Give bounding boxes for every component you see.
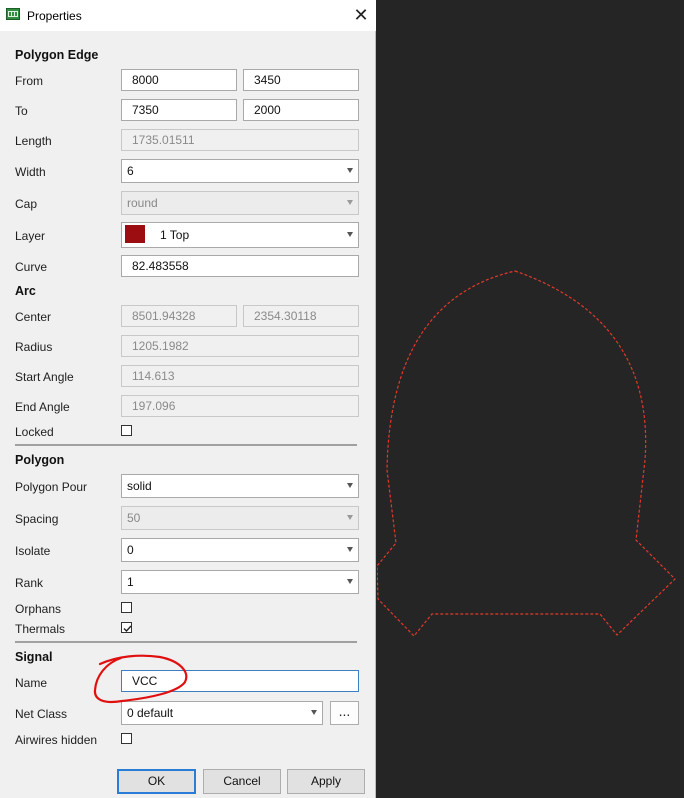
check-icon (123, 625, 132, 633)
title-bar: Properties ✕ (0, 0, 376, 31)
ok-button[interactable]: OK (117, 769, 196, 794)
apply-button[interactable]: Apply (287, 769, 365, 794)
orphans-checkbox[interactable] (121, 602, 132, 613)
center-label: Center (15, 310, 52, 324)
cap-select: round (121, 191, 359, 215)
from-y-input[interactable]: 3450 (243, 69, 359, 91)
rank-value: 1 (127, 575, 134, 589)
window-title: Properties (27, 9, 82, 23)
chevron-down-icon (347, 232, 353, 237)
radius-field: 1205.1982 (121, 335, 359, 357)
end-angle-label: End Angle (15, 400, 70, 414)
net-class-label: Net Class (15, 707, 68, 721)
isolate-value: 0 (127, 543, 134, 557)
chevron-down-icon (347, 200, 353, 205)
radius-label: Radius (15, 340, 53, 354)
layer-value: 1 Top (160, 228, 190, 242)
chevron-down-icon (311, 710, 317, 715)
from-label: From (15, 74, 43, 88)
name-label: Name (15, 676, 48, 690)
end-angle-field: 197.096 (121, 395, 359, 417)
chevron-down-icon (347, 515, 353, 520)
rank-select[interactable]: 1 (121, 570, 359, 594)
close-icon[interactable]: ✕ (350, 4, 372, 26)
chevron-down-icon (347, 483, 353, 488)
net-class-more-button[interactable]: ... (330, 701, 359, 725)
signal-name-input[interactable]: VCC (121, 670, 359, 692)
from-x-input[interactable]: 8000 (121, 69, 237, 91)
airwires-hidden-checkbox[interactable] (121, 733, 132, 744)
polygon-pour-select[interactable]: solid (121, 474, 359, 498)
section-polygon-edge: Polygon Edge (15, 48, 99, 62)
canvas-background (377, 0, 684, 798)
width-select[interactable]: 6 (121, 159, 359, 183)
isolate-select[interactable]: 0 (121, 538, 359, 562)
polygon-pour-value: solid (127, 479, 152, 493)
width-value: 6 (127, 164, 134, 178)
chevron-down-icon (347, 579, 353, 584)
chevron-down-icon (347, 168, 353, 173)
orphans-label: Orphans (15, 602, 62, 616)
layer-color-swatch (125, 225, 145, 243)
section-signal: Signal (15, 650, 53, 664)
layer-label: Layer (15, 229, 46, 243)
spacing-label: Spacing (15, 512, 59, 526)
section-polygon: Polygon (15, 453, 65, 467)
curve-label: Curve (15, 260, 48, 274)
net-class-select[interactable]: 0 default (121, 701, 323, 725)
cap-value: round (127, 196, 158, 210)
length-label: Length (15, 134, 52, 148)
thermals-label: Thermals (15, 622, 66, 636)
board-canvas[interactable] (377, 0, 684, 798)
separator (15, 641, 357, 643)
properties-dialog: Properties ✕ Polygon Edge From 8000 3450… (0, 0, 376, 798)
start-angle-label: Start Angle (15, 370, 74, 384)
cap-label: Cap (15, 197, 38, 211)
net-class-value: 0 default (127, 706, 174, 720)
thermals-checkbox[interactable] (121, 622, 132, 633)
spacing-value: 50 (127, 511, 141, 525)
to-label: To (15, 104, 28, 118)
length-field: 1735.01511 (121, 129, 359, 151)
rank-label: Rank (15, 576, 44, 590)
isolate-label: Isolate (15, 544, 51, 558)
width-label: Width (15, 165, 46, 179)
layer-select[interactable]: 1 Top (121, 222, 359, 248)
start-angle-field: 114.613 (121, 365, 359, 387)
polygon-pour-label: Polygon Pour (15, 480, 88, 494)
app-icon (6, 8, 20, 20)
center-x-field: 8501.94328 (121, 305, 237, 327)
locked-label: Locked (15, 425, 54, 439)
separator (15, 444, 357, 446)
airwires-hidden-label: Airwires hidden (15, 733, 98, 747)
section-arc: Arc (15, 284, 36, 298)
locked-checkbox[interactable] (121, 425, 132, 436)
spacing-select: 50 (121, 506, 359, 530)
to-y-input[interactable]: 2000 (243, 99, 359, 121)
center-y-field: 2354.30118 (243, 305, 359, 327)
chevron-down-icon (347, 547, 353, 552)
curve-input[interactable]: 82.483558 (121, 255, 359, 277)
cancel-button[interactable]: Cancel (203, 769, 281, 794)
to-x-input[interactable]: 7350 (121, 99, 237, 121)
